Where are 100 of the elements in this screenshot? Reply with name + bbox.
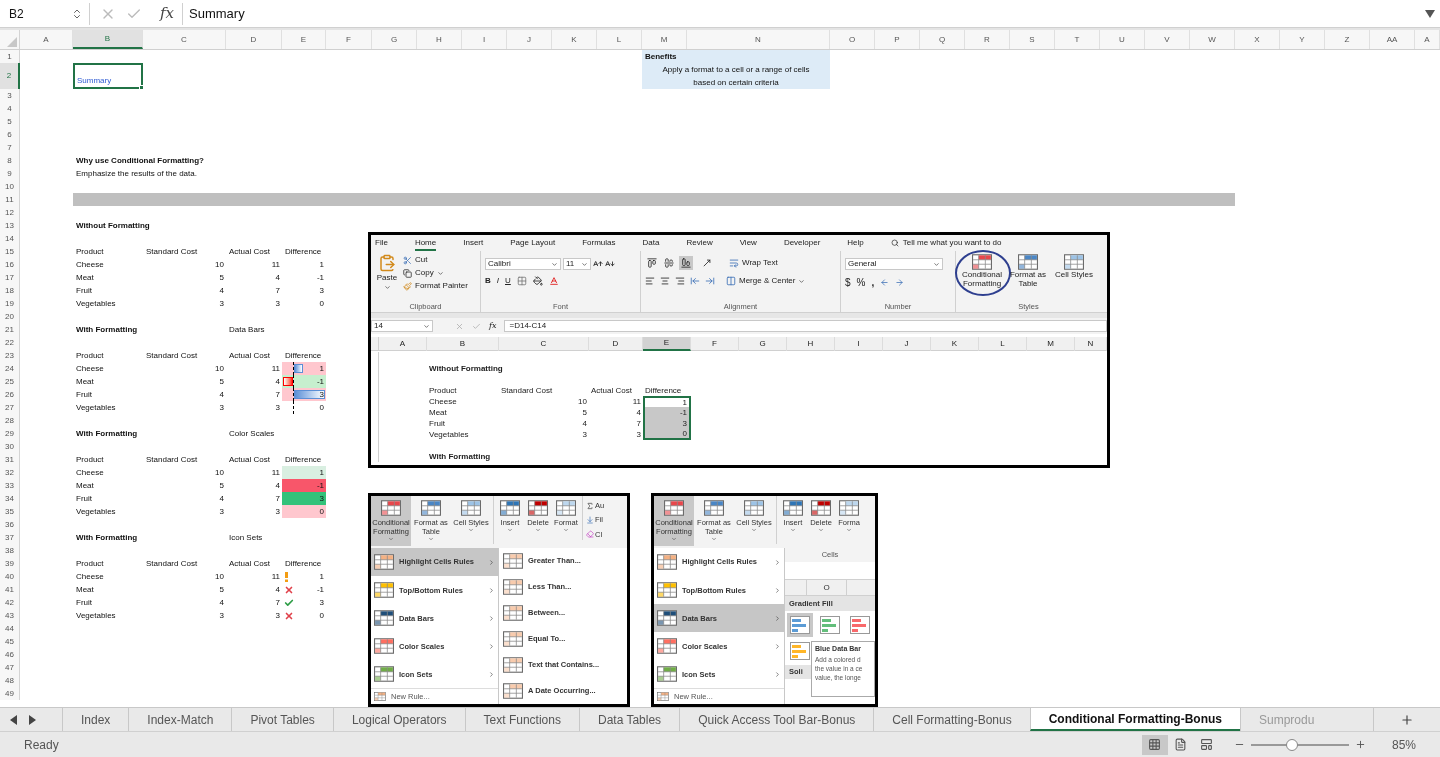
column-header[interactable]: J — [883, 337, 931, 351]
row-number[interactable]: 43 — [0, 609, 20, 622]
row-number[interactable]: 11 — [0, 193, 20, 206]
row-number[interactable]: 17 — [0, 271, 20, 284]
align-right-icon[interactable] — [675, 276, 685, 286]
row-number[interactable]: 1 — [0, 50, 20, 63]
function-button[interactable]: fx — [160, 2, 174, 25]
column-header[interactable]: X — [1235, 30, 1280, 49]
column-header[interactable]: F — [691, 337, 739, 351]
align-left-icon[interactable] — [645, 276, 655, 286]
ribbon-button[interactable]: Cell Styles — [1052, 254, 1096, 279]
column-header[interactable]: B — [427, 337, 499, 351]
column-header[interactable]: A — [379, 337, 427, 351]
column-header[interactable]: E — [282, 30, 326, 49]
vertical-align-button[interactable] — [679, 256, 693, 270]
row-number[interactable]: 40 — [0, 570, 20, 583]
ribbon-tab[interactable]: View — [739, 237, 757, 251]
column-header[interactable]: O — [830, 30, 875, 49]
ribbon-tab[interactable]: File — [375, 237, 388, 251]
column-header[interactable]: L — [597, 30, 642, 49]
currency-button[interactable]: $ — [845, 275, 851, 290]
cancel-icon[interactable] — [455, 321, 464, 331]
row-number[interactable]: 23 — [0, 349, 20, 362]
slider-thumb[interactable] — [1286, 738, 1299, 751]
row-number[interactable]: 37 — [0, 531, 20, 544]
gradient-swatch[interactable] — [787, 639, 813, 663]
row-number[interactable]: 3 — [0, 89, 20, 102]
gradient-swatch[interactable] — [787, 613, 813, 637]
bold-button[interactable]: B — [485, 275, 491, 287]
italic-button[interactable]: I — [496, 275, 499, 287]
row-number[interactable]: 29 — [0, 427, 20, 440]
column-header[interactable]: D — [226, 30, 282, 49]
column-header[interactable]: H — [787, 337, 835, 351]
ribbon-button[interactable]: Format as Table — [1006, 254, 1050, 288]
row-number[interactable]: 28 — [0, 414, 20, 427]
merge-center-button[interactable]: Merge & Center — [726, 275, 806, 287]
ribbon-tab[interactable]: Developer — [783, 237, 821, 251]
column-header[interactable]: R — [965, 30, 1010, 49]
row-number[interactable]: 8 — [0, 154, 20, 167]
row-number[interactable]: 34 — [0, 492, 20, 505]
row-number[interactable]: 2 — [0, 63, 20, 89]
column-header[interactable]: K — [552, 30, 597, 49]
font-name-field[interactable]: Calibri — [485, 258, 561, 270]
row-number[interactable]: 33 — [0, 479, 20, 492]
row-number[interactable]: 21 — [0, 323, 20, 336]
formula-field[interactable]: =D14-C14 — [504, 320, 1107, 332]
column-header[interactable]: Z — [1325, 30, 1370, 49]
row-number[interactable]: 6 — [0, 128, 20, 141]
cut-button[interactable]: Cut — [403, 254, 468, 266]
row-number[interactable]: 36 — [0, 518, 20, 531]
column-header[interactable]: P — [875, 30, 920, 49]
column-header[interactable]: J — [507, 30, 552, 49]
hyperlink-cell[interactable]: Summary — [73, 63, 143, 89]
add-sheet-icon[interactable] — [1400, 712, 1414, 727]
ribbon-tab[interactable]: Help — [847, 237, 864, 251]
column-header[interactable]: M — [1027, 337, 1075, 351]
row-number[interactable]: 32 — [0, 466, 20, 479]
gradient-swatch[interactable] — [817, 613, 843, 637]
row-number[interactable]: 9 — [0, 167, 20, 180]
vertical-align-button[interactable] — [662, 256, 676, 270]
decrease-indent-icon[interactable] — [690, 276, 700, 286]
column-header[interactable]: E — [643, 337, 691, 351]
scroll-left-icon[interactable] — [10, 714, 17, 725]
column-header[interactable]: K — [931, 337, 979, 351]
row-number[interactable]: 45 — [0, 635, 20, 648]
column-header[interactable]: U — [1100, 30, 1145, 49]
sheet-tab[interactable]: Conditional Formatting-Bonus — [1029, 708, 1240, 731]
row-number[interactable]: 26 — [0, 388, 20, 401]
view-button[interactable] — [1141, 734, 1168, 755]
row-number[interactable]: 41 — [0, 583, 20, 596]
orientation-icon[interactable] — [702, 258, 712, 268]
column-header[interactable]: N — [1075, 337, 1107, 351]
column-header[interactable]: S — [1010, 30, 1055, 49]
row-number[interactable]: 5 — [0, 115, 20, 128]
format-painter-button[interactable]: Format Painter — [403, 280, 468, 292]
ribbon-tab[interactable]: Page Layout — [510, 237, 556, 251]
paste-button[interactable]: Paste — [375, 254, 399, 302]
column-header[interactable]: L — [979, 337, 1027, 351]
copy-button[interactable]: Copy — [403, 267, 468, 279]
scroll-right-icon[interactable] — [29, 714, 36, 725]
row-number[interactable]: 25 — [0, 375, 20, 388]
decrease-decimal-icon[interactable] — [895, 278, 905, 287]
row-number[interactable]: 35 — [0, 505, 20, 518]
font-color-icon[interactable] — [548, 276, 559, 286]
row-number[interactable]: 19 — [0, 297, 20, 310]
column-header[interactable]: H — [417, 30, 462, 49]
row-number[interactable]: 44 — [0, 622, 20, 635]
wrap-text-button[interactable]: Wrap Text — [729, 257, 778, 269]
ribbon-tab[interactable]: Formulas — [582, 237, 616, 251]
column-header[interactable]: M — [642, 30, 687, 49]
column-header[interactable]: I — [462, 30, 507, 49]
zoom-in-icon[interactable] — [1354, 739, 1366, 750]
tell-me-search[interactable]: Tell me what you want to do — [890, 237, 1002, 251]
column-header[interactable]: B — [73, 30, 143, 49]
column-header[interactable]: AA — [1370, 30, 1415, 49]
column-header[interactable]: G — [739, 337, 787, 351]
vertical-align-button[interactable] — [645, 256, 659, 270]
ribbon-tab[interactable]: Data — [642, 237, 660, 251]
name-box[interactable]: 14 — [371, 320, 433, 332]
row-number[interactable]: 15 — [0, 245, 20, 258]
